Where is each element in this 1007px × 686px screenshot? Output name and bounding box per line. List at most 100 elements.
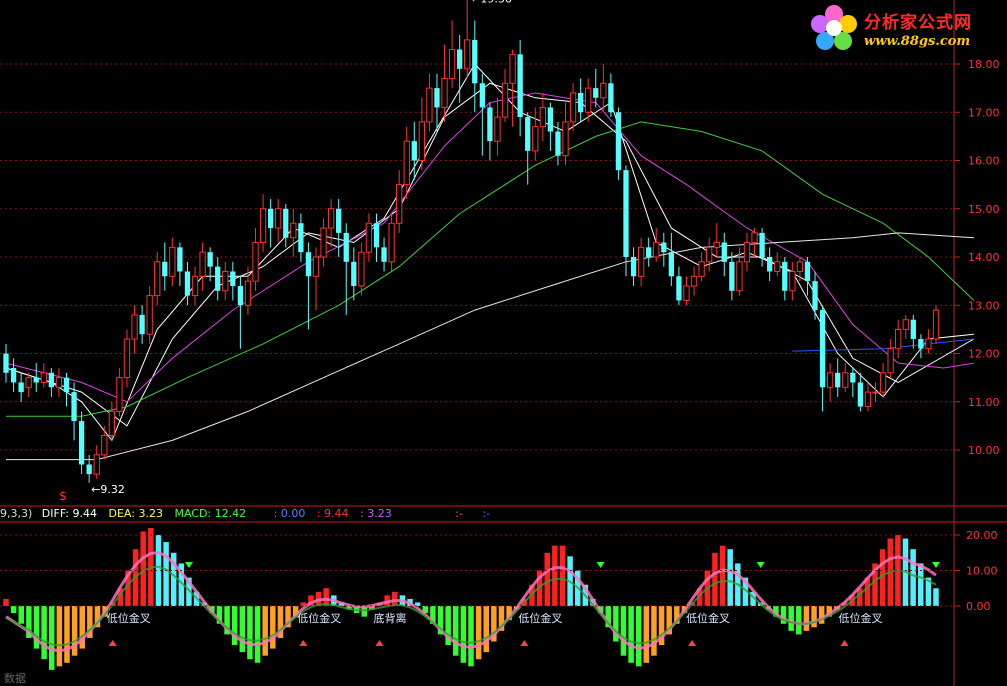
diff-label: DIFF: 9.44 bbox=[41, 507, 97, 520]
candle-body bbox=[343, 232, 349, 262]
candle bbox=[562, 102, 569, 166]
buy-arrow-icon bbox=[840, 640, 849, 646]
price-tick-label: 14.00 bbox=[968, 251, 1000, 264]
high-annotation: ←19.36 bbox=[471, 0, 512, 5]
macd-bar bbox=[483, 606, 489, 653]
candle-body bbox=[191, 275, 199, 297]
candle bbox=[448, 20, 456, 89]
candle-body bbox=[457, 49, 463, 69]
candle bbox=[804, 257, 811, 296]
macd-bar bbox=[620, 606, 627, 656]
candle-body bbox=[932, 309, 940, 340]
candle bbox=[434, 73, 440, 132]
candle-body bbox=[796, 261, 804, 272]
signal-marker: $ bbox=[59, 489, 67, 503]
price-axis: 18.00 17.00 16.00 15.00 14.00 13.00 12.00 11.00… bbox=[954, 58, 1000, 457]
candle-body bbox=[55, 377, 63, 388]
candle bbox=[501, 68, 509, 122]
candle-body bbox=[729, 261, 735, 291]
candle bbox=[381, 237, 387, 272]
value-5: :- bbox=[482, 507, 491, 520]
macd-bar bbox=[719, 545, 726, 606]
candle-body bbox=[721, 242, 727, 262]
macd-bar bbox=[788, 606, 794, 631]
candle-body bbox=[676, 276, 682, 301]
candle bbox=[55, 367, 63, 397]
candle-body bbox=[479, 83, 485, 108]
macd-bar bbox=[140, 531, 146, 606]
candle-body bbox=[910, 319, 916, 340]
macd-bar bbox=[262, 606, 268, 656]
macd-bar bbox=[453, 606, 459, 656]
macd-bar bbox=[10, 606, 17, 614]
candle bbox=[426, 73, 433, 132]
buy-arrow-icon bbox=[108, 640, 117, 646]
candle bbox=[751, 228, 758, 257]
sell-arrow-icon bbox=[184, 562, 193, 568]
candle-body bbox=[116, 377, 123, 412]
candle-body bbox=[146, 295, 153, 335]
sell-arrow-icon bbox=[932, 562, 940, 568]
candle-body bbox=[827, 372, 834, 388]
macd-bar bbox=[628, 606, 634, 663]
candle-body bbox=[252, 242, 259, 282]
candle-body bbox=[767, 257, 773, 272]
candle-body bbox=[895, 328, 902, 350]
candle bbox=[116, 367, 123, 417]
candle bbox=[215, 257, 221, 301]
candle-body bbox=[18, 382, 24, 393]
candle-body bbox=[539, 106, 546, 128]
candle bbox=[872, 382, 879, 402]
candle bbox=[396, 170, 403, 233]
candle bbox=[464, 0, 471, 79]
candle bbox=[736, 247, 743, 296]
candle bbox=[487, 102, 493, 161]
candle-body bbox=[646, 247, 652, 257]
macd-bar bbox=[910, 549, 916, 606]
candle-body bbox=[10, 367, 17, 383]
candle-body bbox=[3, 353, 9, 373]
candle bbox=[653, 228, 660, 262]
candle bbox=[690, 266, 698, 296]
candle-body bbox=[751, 232, 758, 244]
candle bbox=[298, 213, 304, 262]
candle-body bbox=[547, 107, 554, 132]
candle-body bbox=[842, 372, 849, 388]
value-2: : 9.44 bbox=[316, 507, 349, 520]
candle-body bbox=[381, 247, 387, 262]
crossover-label: 低位金叉 bbox=[839, 611, 883, 625]
candle bbox=[713, 223, 720, 257]
logo-name: 分析家公式网 bbox=[864, 13, 972, 33]
candle-body bbox=[615, 112, 622, 171]
candle-body bbox=[312, 256, 320, 277]
candle-body bbox=[162, 261, 168, 277]
macd-bar bbox=[635, 606, 642, 667]
candle bbox=[86, 454, 92, 483]
candle bbox=[403, 126, 410, 200]
candle bbox=[290, 208, 297, 257]
candle-body bbox=[487, 107, 493, 142]
macd-bar bbox=[712, 552, 718, 606]
macd-bar bbox=[559, 545, 566, 606]
candle bbox=[661, 232, 667, 267]
candle-body bbox=[812, 281, 818, 311]
value-3: : 3.23 bbox=[360, 507, 392, 520]
site-logo: 分析家公式网 www.88gs.com bbox=[808, 2, 1007, 54]
buy-arrow-icon bbox=[375, 640, 384, 646]
candle bbox=[683, 276, 690, 306]
candle bbox=[910, 314, 916, 349]
candle bbox=[721, 232, 727, 277]
crossover-label: 低位金叉 bbox=[518, 611, 562, 625]
candle bbox=[252, 228, 259, 291]
candle-body bbox=[887, 348, 894, 374]
candle-body bbox=[230, 271, 236, 286]
candle-body bbox=[879, 372, 887, 393]
candle-body bbox=[298, 223, 304, 253]
candle-body bbox=[207, 252, 213, 267]
candle bbox=[630, 247, 637, 286]
low-annotation: ←9.32 bbox=[91, 483, 125, 496]
candle-body bbox=[819, 310, 826, 388]
candle bbox=[48, 367, 55, 397]
candle-body bbox=[154, 261, 161, 297]
candle bbox=[123, 329, 131, 388]
